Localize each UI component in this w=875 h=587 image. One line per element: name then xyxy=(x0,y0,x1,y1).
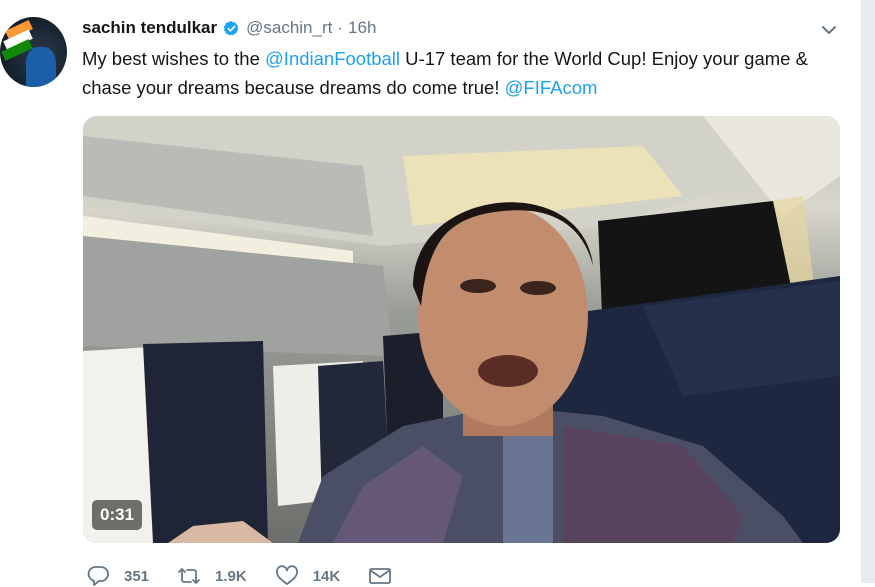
scrollbar-track xyxy=(861,0,875,583)
tweet-actions: 351 1.9K 14K xyxy=(86,565,434,587)
avatar[interactable] xyxy=(0,17,67,87)
author-name[interactable]: sachin tendulkar xyxy=(82,18,217,38)
reply-count: 351 xyxy=(124,567,150,585)
video-duration-badge: 0:31 xyxy=(92,500,143,530)
like-count: 14K xyxy=(312,567,341,585)
verified-badge-icon xyxy=(223,20,239,36)
author-handle[interactable]: @sachin_rt xyxy=(246,18,332,38)
chevron-down-icon[interactable] xyxy=(819,20,839,40)
retweet-count: 1.9K xyxy=(215,567,247,585)
reply-icon xyxy=(87,566,109,586)
message-button[interactable] xyxy=(368,565,406,587)
mention-link[interactable]: @FIFAcom xyxy=(505,77,598,98)
video-frame xyxy=(83,116,840,543)
video-player[interactable] xyxy=(83,116,840,543)
tweet-timestamp[interactable]: 16h xyxy=(348,18,376,38)
reply-button[interactable]: 351 xyxy=(86,565,149,587)
separator-dot: · xyxy=(337,18,344,37)
retweet-button[interactable]: 1.9K xyxy=(177,565,247,587)
message-icon xyxy=(369,568,392,584)
tweet-text-part: My best wishes to the xyxy=(82,48,266,69)
mention-link[interactable]: @IndianFootball xyxy=(265,48,400,69)
like-icon xyxy=(275,565,298,585)
tweet-text: My best wishes to the @IndianFootball U-… xyxy=(82,44,822,102)
like-button[interactable]: 14K xyxy=(275,565,341,587)
retweet-icon xyxy=(178,568,200,584)
tweet-header: sachin tendulkar @sachin_rt · 16h xyxy=(82,15,376,41)
